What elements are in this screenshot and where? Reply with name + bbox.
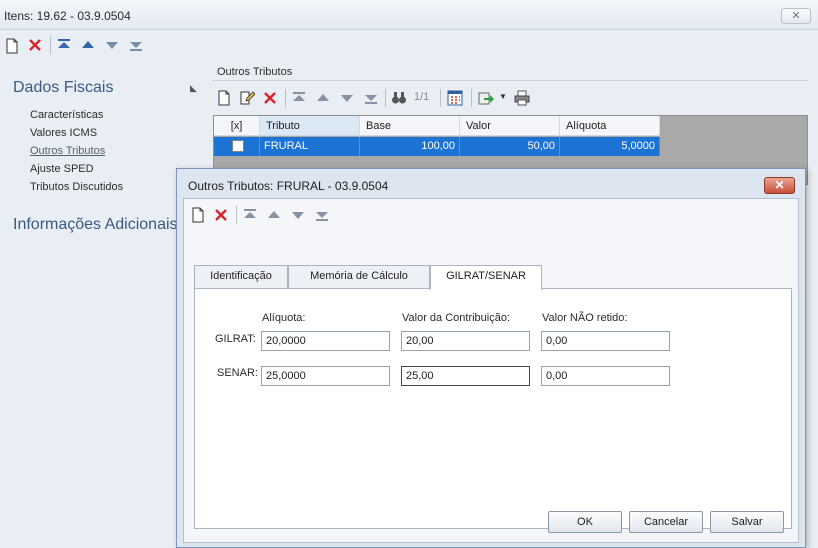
delete-icon[interactable]: [27, 37, 43, 53]
binoculars-icon[interactable]: [391, 90, 407, 106]
next-record-icon[interactable]: [339, 90, 355, 106]
collapse-arrow-icon[interactable]: ◣: [190, 83, 197, 94]
toolbar-separator: [285, 89, 286, 107]
window-title: Itens: 19.62 - 03.9.0504: [4, 9, 131, 23]
previous-record-icon[interactable]: [315, 90, 331, 106]
dialog-close-button[interactable]: ✕: [764, 177, 795, 194]
label-valor-nao-retido: Valor NÃO retido:: [542, 312, 628, 324]
new-document-icon[interactable]: [4, 38, 20, 54]
first-record-icon[interactable]: [291, 90, 307, 106]
nav-item-tributos-discutidos[interactable]: Tributos Discutidos: [30, 181, 123, 193]
next-record-icon[interactable]: [104, 37, 120, 53]
cell-aliquota[interactable]: 5,0000: [560, 137, 660, 156]
cancel-button[interactable]: Cancelar: [629, 511, 703, 533]
cell-valor[interactable]: 50,00: [460, 137, 560, 156]
table-layout-icon[interactable]: [447, 90, 463, 106]
edit-document-icon[interactable]: [239, 90, 255, 106]
last-record-icon[interactable]: [314, 207, 330, 223]
new-document-icon[interactable]: [190, 207, 206, 223]
export-icon[interactable]: [478, 90, 494, 106]
nav-section-dados-fiscais[interactable]: Dados Fiscais: [13, 79, 113, 97]
senar-valor-contribuicao-input[interactable]: [401, 366, 530, 386]
tab-identificacao[interactable]: Identificação: [194, 265, 288, 289]
gilrat-aliquota-input[interactable]: [261, 331, 390, 351]
cell-base[interactable]: 100,00: [360, 137, 460, 156]
column-header-base[interactable]: Base: [360, 116, 460, 136]
first-record-icon[interactable]: [242, 207, 258, 223]
nav-item-ajuste-sped[interactable]: Ajuste SPED: [30, 163, 94, 175]
toolbar-separator: [471, 89, 472, 107]
outros-tributos-dialog: Outros Tributos: FRURAL - 03.9.0504 ✕ Id…: [176, 168, 806, 548]
main-toolbar: [0, 31, 818, 57]
nav-item-outros-tributos[interactable]: Outros Tributos: [30, 145, 105, 157]
tab-memoria-de-calculo[interactable]: Memória de Cálculo: [288, 265, 430, 289]
last-record-icon[interactable]: [363, 90, 379, 106]
next-record-icon[interactable]: [290, 207, 306, 223]
window-close-button[interactable]: ✕: [781, 8, 811, 24]
label-gilrat: GILRAT:: [215, 333, 256, 345]
column-header-aliquota[interactable]: Alíquota: [560, 116, 660, 136]
page-indicator: 1/1: [414, 91, 430, 103]
cell-tributo[interactable]: FRURAL: [260, 137, 360, 156]
column-header-select[interactable]: [x]: [214, 116, 260, 136]
row-checkbox[interactable]: [232, 140, 244, 152]
column-header-tributo[interactable]: Tributo: [260, 116, 360, 136]
first-record-icon[interactable]: [56, 37, 72, 53]
group-divider: [212, 80, 808, 81]
previous-record-icon[interactable]: [80, 37, 96, 53]
label-aliquota: Alíquota:: [262, 312, 306, 324]
print-icon[interactable]: [514, 90, 530, 106]
toolbar-separator: [50, 36, 51, 54]
tab-panel-gilrat-senar: Alíquota: Valor da Contribuição: Valor N…: [194, 288, 792, 529]
save-button[interactable]: Salvar: [710, 511, 784, 533]
gilrat-valor-nao-retido-input[interactable]: [541, 331, 670, 351]
group-title: Outros Tributos: [217, 66, 293, 78]
new-document-icon[interactable]: [216, 90, 232, 106]
senar-valor-nao-retido-input[interactable]: [541, 366, 670, 386]
toolbar-separator: [236, 206, 237, 224]
toolbar-separator: [440, 89, 441, 107]
window-titlebar: Itens: 19.62 - 03.9.0504 ✕: [0, 0, 818, 30]
previous-record-icon[interactable]: [266, 207, 282, 223]
tab-gilrat-senar[interactable]: GILRAT/SENAR: [430, 265, 542, 290]
nav-section-informacoes-adicionais[interactable]: Informações Adicionais: [13, 216, 178, 234]
delete-icon[interactable]: [213, 207, 229, 223]
ok-button[interactable]: OK: [548, 511, 622, 533]
column-header-valor[interactable]: Valor: [460, 116, 560, 136]
nav-item-caracteristicas[interactable]: Características: [30, 109, 103, 121]
last-record-icon[interactable]: [128, 37, 144, 53]
label-valor-contribuicao: Valor da Contribuição:: [402, 312, 511, 324]
label-senar: SENAR:: [217, 367, 258, 379]
row-select-cell[interactable]: [214, 137, 260, 156]
chevron-down-icon[interactable]: ▼: [499, 92, 507, 101]
dialog-title: Outros Tributos: FRURAL - 03.9.0504: [188, 179, 389, 193]
senar-aliquota-input[interactable]: [261, 366, 390, 386]
gilrat-valor-contribuicao-input[interactable]: [401, 331, 530, 351]
delete-icon[interactable]: [262, 90, 278, 106]
toolbar-separator: [385, 89, 386, 107]
nav-item-valores-icms[interactable]: Valores ICMS: [30, 127, 97, 139]
dialog-body: Identificação Memória de Cálculo GILRAT/…: [183, 198, 799, 543]
